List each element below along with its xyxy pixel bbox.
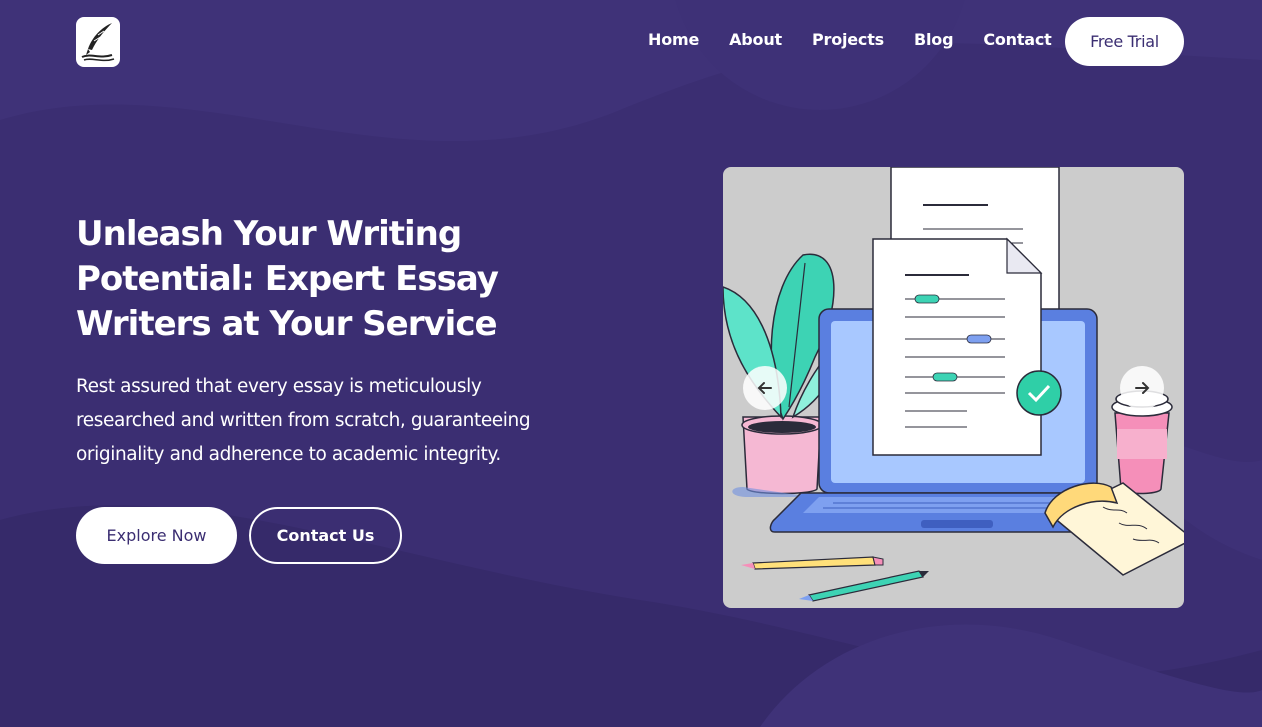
contact-us-button[interactable]: Contact Us bbox=[249, 507, 402, 564]
carousel-prev-button[interactable] bbox=[743, 366, 787, 410]
nav-link-contact[interactable]: Contact bbox=[983, 30, 1052, 49]
explore-now-button[interactable]: Explore Now bbox=[76, 507, 237, 564]
hero-illustration bbox=[723, 167, 1184, 608]
arrow-right-icon bbox=[1135, 382, 1150, 394]
nav-links: Home About Projects Blog Contact bbox=[634, 30, 1082, 49]
nav-link-blog[interactable]: Blog bbox=[914, 30, 954, 49]
nav-link-projects[interactable]: Projects bbox=[812, 30, 884, 49]
hero-title: Unleash Your Writing Potential: Expert E… bbox=[76, 214, 499, 344]
navbar: Home About Projects Blog Contact Free Tr… bbox=[0, 0, 1262, 84]
quill-pen-icon bbox=[81, 23, 115, 62]
nav-link-home[interactable]: Home bbox=[648, 30, 699, 49]
hero-description: Rest assured that every essay is meticul… bbox=[76, 376, 531, 465]
carousel-next-button[interactable] bbox=[1120, 366, 1164, 410]
logo[interactable] bbox=[76, 17, 120, 67]
free-trial-button[interactable]: Free Trial bbox=[1065, 17, 1184, 66]
laptop-essay-illustration bbox=[723, 167, 1184, 602]
nav-link-about[interactable]: About bbox=[729, 30, 782, 49]
arrow-left-icon bbox=[757, 382, 772, 394]
